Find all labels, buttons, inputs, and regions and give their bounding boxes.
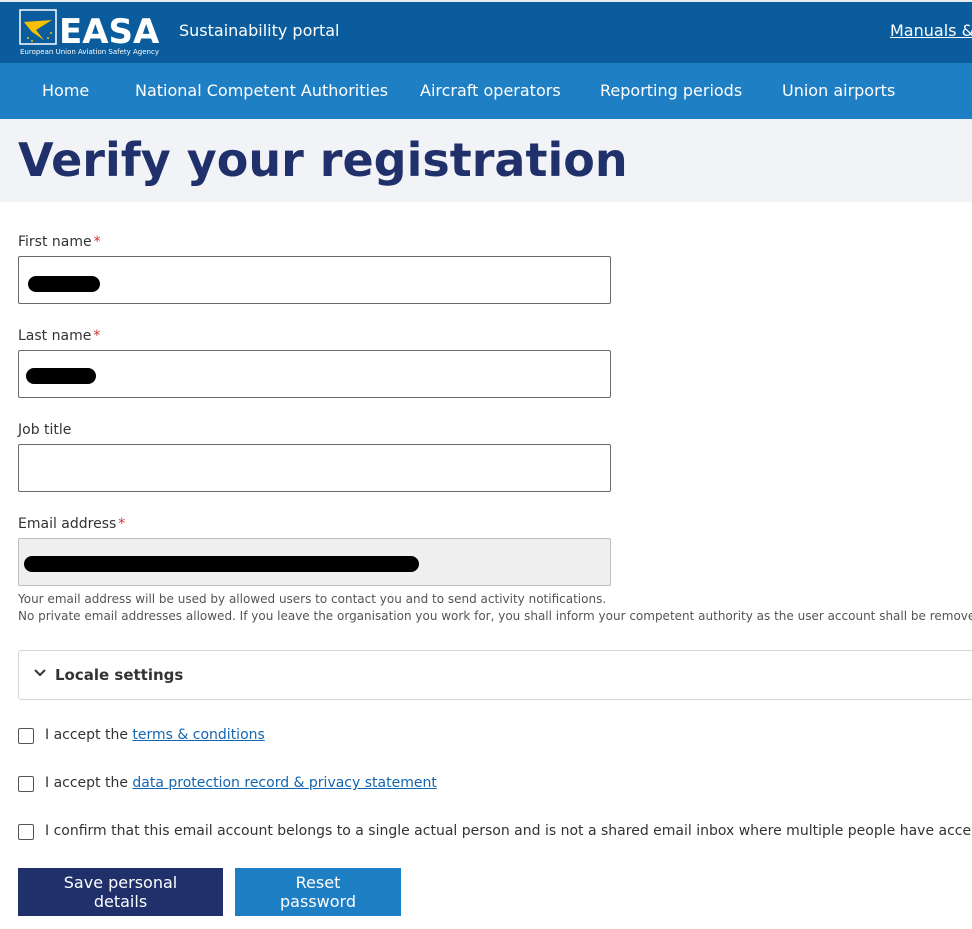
first-name-input[interactable] (18, 256, 611, 304)
locale-settings-label: Locale settings (55, 666, 184, 684)
first-name-label: First name * (18, 234, 101, 250)
save-personal-details-button[interactable]: Save personal details (18, 868, 223, 916)
privacy-label: I accept the data protection record & pr… (45, 775, 437, 791)
logo-text: EASA (59, 12, 160, 52)
email-help-text: Your email address will be used by allow… (18, 592, 607, 606)
portal-name: Sustainability portal (179, 21, 340, 40)
page-title: Verify your registration (18, 133, 628, 187)
email-help-text-2: No private email addresses allowed. If y… (18, 609, 972, 623)
terms-checkbox[interactable] (18, 728, 34, 744)
job-title-label: Job title (18, 422, 72, 438)
email-label: Email address * (18, 516, 126, 532)
last-name-label: Last name * (18, 328, 101, 344)
main-navigation: Home National Competent Authorities Airc… (0, 63, 972, 119)
nav-item-national-competent-authorities[interactable]: National Competent Authorities (135, 81, 388, 100)
required-marker: * (118, 516, 126, 532)
confirm-label: I confirm that this email account belong… (45, 823, 972, 839)
reset-password-button[interactable]: Reset password (235, 868, 401, 916)
nav-item-home[interactable]: Home (42, 81, 89, 100)
manuals-link[interactable]: Manuals & (890, 21, 972, 40)
privacy-link[interactable]: data protection record & privacy stateme… (132, 775, 436, 791)
confirm-checkbox[interactable] (18, 824, 34, 840)
job-title-input[interactable] (18, 444, 611, 492)
redacted-value (28, 276, 100, 292)
top-header: EASA European Union Aviation Safety Agen… (0, 0, 972, 63)
logo-subtext: European Union Aviation Safety Agency (20, 48, 159, 56)
redacted-value (26, 368, 96, 384)
required-marker: * (93, 234, 101, 250)
required-marker: * (93, 328, 101, 344)
easa-logo[interactable]: EASA European Union Aviation Safety Agen… (18, 8, 164, 58)
terms-link[interactable]: terms & conditions (132, 727, 264, 743)
last-name-input[interactable] (18, 350, 611, 398)
terms-label: I accept the terms & conditions (45, 727, 265, 743)
privacy-checkbox[interactable] (18, 776, 34, 792)
redacted-value (24, 556, 419, 572)
nav-item-reporting-periods[interactable]: Reporting periods (600, 81, 742, 100)
nav-item-aircraft-operators[interactable]: Aircraft operators (420, 81, 561, 100)
chevron-down-icon (34, 669, 46, 677)
nav-item-union-airports[interactable]: Union airports (782, 81, 895, 100)
locale-settings-toggle[interactable]: Locale settings (18, 650, 972, 700)
